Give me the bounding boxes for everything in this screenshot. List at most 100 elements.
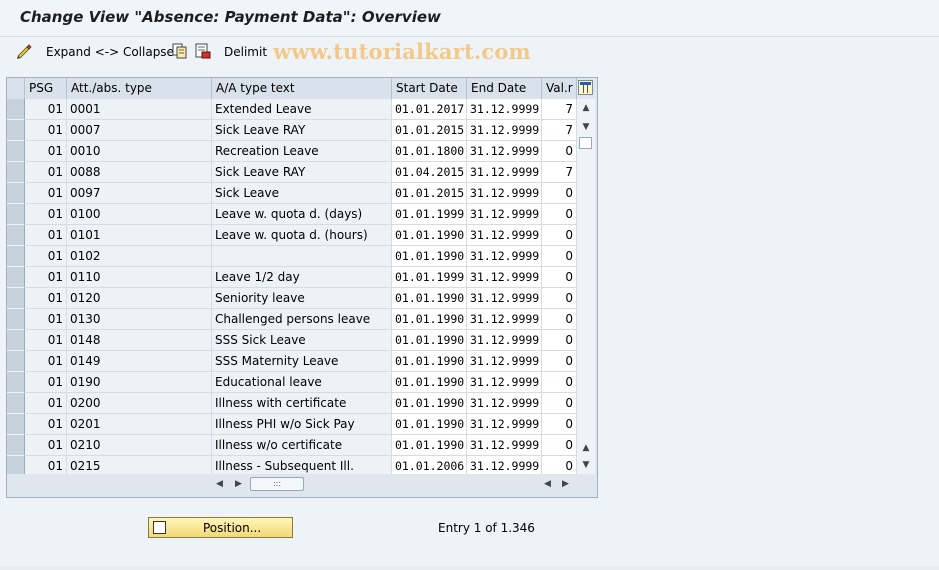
row-selector[interactable] — [7, 162, 25, 183]
cell-val[interactable]: 0 — [542, 246, 577, 267]
cell-start-date[interactable]: 01.01.1990 — [392, 414, 467, 435]
cell-start-date[interactable]: 01.01.1990 — [392, 330, 467, 351]
cell-end-date[interactable]: 31.12.9999 — [467, 456, 542, 474]
cell-end-date[interactable]: 31.12.9999 — [467, 414, 542, 435]
cell-end-date[interactable]: 31.12.9999 — [467, 309, 542, 330]
row-selector[interactable] — [7, 99, 25, 120]
cell-val[interactable]: 0 — [542, 351, 577, 372]
cell-val[interactable]: 0 — [542, 372, 577, 393]
row-selector[interactable] — [7, 120, 25, 141]
cell-val[interactable]: 0 — [542, 204, 577, 225]
col-header-end-date[interactable]: End Date — [467, 78, 542, 99]
cell-end-date[interactable]: 31.12.9999 — [467, 435, 542, 456]
scroll-far-right-icon[interactable]: ▶ — [562, 479, 569, 489]
cell-end-date[interactable]: 31.12.9999 — [467, 162, 542, 183]
cell-start-date[interactable]: 01.01.1990 — [392, 372, 467, 393]
display-change-icon[interactable] — [16, 43, 32, 59]
cell-start-date[interactable]: 01.01.2006 — [392, 456, 467, 474]
row-selector[interactable] — [7, 288, 25, 309]
cell-end-date[interactable]: 31.12.9999 — [467, 330, 542, 351]
position-button[interactable]: Position... — [148, 517, 293, 538]
copy-as-icon[interactable] — [172, 43, 188, 59]
row-selector[interactable] — [7, 351, 25, 372]
cell-start-date[interactable]: 01.01.1990 — [392, 246, 467, 267]
cell-val[interactable]: 0 — [542, 393, 577, 414]
row-selector[interactable] — [7, 246, 25, 267]
row-selector[interactable] — [7, 456, 25, 474]
horizontal-scrollbar[interactable]: ◀ ▶ ::: ◀ ▶ — [7, 475, 595, 495]
scroll-thumb[interactable] — [579, 137, 592, 149]
row-selector[interactable] — [7, 414, 25, 435]
cell-end-date[interactable]: 31.12.9999 — [467, 141, 542, 162]
cell-val[interactable]: 0 — [542, 183, 577, 204]
cell-end-date[interactable]: 31.12.9999 — [467, 393, 542, 414]
scroll-right-icon[interactable]: ▶ — [235, 479, 242, 489]
col-header-val[interactable]: Val.r — [542, 78, 577, 99]
cell-end-date[interactable]: 31.12.9999 — [467, 351, 542, 372]
row-selector[interactable] — [7, 225, 25, 246]
cell-val[interactable]: 0 — [542, 414, 577, 435]
cell-start-date[interactable]: 01.01.2015 — [392, 183, 467, 204]
cell-start-date[interactable]: 01.01.1990 — [392, 225, 467, 246]
table-row: 01 0110 Leave 1/2 day 01.01.1999 31.12.9999 0 — [7, 267, 577, 288]
delete-icon[interactable] — [195, 43, 211, 59]
cell-start-date[interactable]: 01.01.1990 — [392, 351, 467, 372]
scroll-left-icon[interactable]: ◀ — [216, 479, 223, 489]
column-config-icon[interactable] — [578, 80, 593, 95]
row-selector[interactable] — [7, 204, 25, 225]
cell-val[interactable]: 7 — [542, 99, 577, 120]
cell-end-date[interactable]: 31.12.9999 — [467, 204, 542, 225]
cell-val[interactable]: 0 — [542, 456, 577, 474]
cell-end-date[interactable]: 31.12.9999 — [467, 372, 542, 393]
cell-val[interactable]: 0 — [542, 309, 577, 330]
cell-start-date[interactable]: 01.01.1990 — [392, 393, 467, 414]
vertical-scrollbar[interactable]: ▲ ▼ ▲ ▼ — [577, 99, 595, 474]
cell-start-date[interactable]: 01.04.2015 — [392, 162, 467, 183]
cell-start-date[interactable]: 01.01.2015 — [392, 120, 467, 141]
cell-end-date[interactable]: 31.12.9999 — [467, 267, 542, 288]
cell-start-date[interactable]: 01.01.2017 — [392, 99, 467, 120]
cell-val[interactable]: 0 — [542, 267, 577, 288]
scroll-far-left-icon[interactable]: ◀ — [544, 479, 551, 489]
col-header-psg[interactable]: PSG — [25, 78, 67, 99]
scroll-page-up-icon[interactable]: ▲ — [580, 442, 592, 454]
scroll-down-icon[interactable]: ▼ — [580, 121, 592, 133]
cell-val[interactable]: 0 — [542, 435, 577, 456]
cell-val[interactable]: 0 — [542, 288, 577, 309]
cell-end-date[interactable]: 31.12.9999 — [467, 120, 542, 141]
row-selector[interactable] — [7, 267, 25, 288]
delimit-button[interactable]: Delimit — [224, 45, 267, 59]
cell-val[interactable]: 0 — [542, 225, 577, 246]
select-all-header[interactable] — [7, 78, 25, 99]
cell-end-date[interactable]: 31.12.9999 — [467, 246, 542, 267]
scroll-up-icon[interactable]: ▲ — [580, 102, 592, 114]
cell-val[interactable]: 0 — [542, 141, 577, 162]
cell-start-date[interactable]: 01.01.1990 — [392, 435, 467, 456]
cell-end-date[interactable]: 31.12.9999 — [467, 225, 542, 246]
row-selector[interactable] — [7, 141, 25, 162]
row-selector[interactable] — [7, 435, 25, 456]
cell-start-date[interactable]: 01.01.1999 — [392, 204, 467, 225]
row-selector[interactable] — [7, 372, 25, 393]
horizontal-scroll-thumb[interactable]: ::: — [250, 477, 304, 491]
cell-end-date[interactable]: 31.12.9999 — [467, 288, 542, 309]
cell-start-date[interactable]: 01.01.1990 — [392, 309, 467, 330]
row-selector[interactable] — [7, 183, 25, 204]
row-selector[interactable] — [7, 330, 25, 351]
cell-val[interactable]: 0 — [542, 330, 577, 351]
cell-val[interactable]: 7 — [542, 162, 577, 183]
col-header-type[interactable]: Att./abs. type — [67, 78, 212, 99]
cell-start-date[interactable]: 01.01.1800 — [392, 141, 467, 162]
cell-end-date[interactable]: 31.12.9999 — [467, 183, 542, 204]
col-header-text[interactable]: A/A type text — [212, 78, 392, 99]
cell-start-date[interactable]: 01.01.1999 — [392, 267, 467, 288]
cell-att-abs-type: 0201 — [67, 414, 212, 435]
row-selector[interactable] — [7, 393, 25, 414]
cell-val[interactable]: 7 — [542, 120, 577, 141]
row-selector[interactable] — [7, 309, 25, 330]
expand-collapse-button[interactable]: Expand <-> Collapse — [46, 45, 174, 59]
scroll-page-down-icon[interactable]: ▼ — [580, 459, 592, 471]
cell-start-date[interactable]: 01.01.1990 — [392, 288, 467, 309]
cell-end-date[interactable]: 31.12.9999 — [467, 99, 542, 120]
col-header-start-date[interactable]: Start Date — [392, 78, 467, 99]
